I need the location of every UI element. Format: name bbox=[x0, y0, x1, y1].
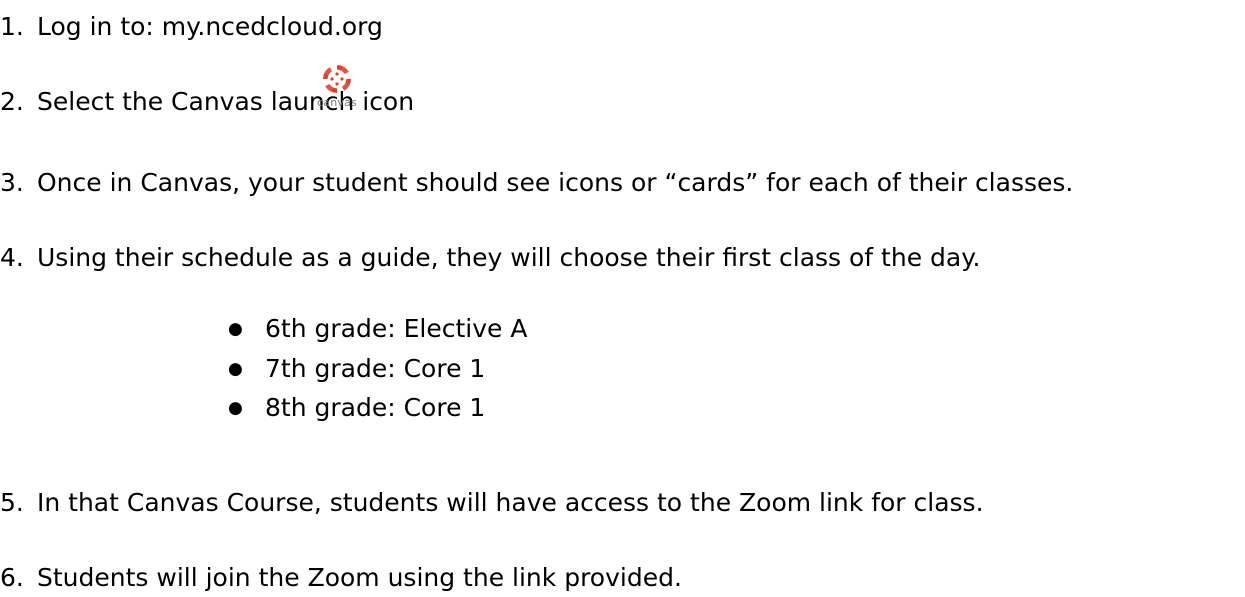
canvas-icon-label: canvas bbox=[317, 96, 357, 109]
grade-list-item: ● 8th grade: Core 1 bbox=[228, 393, 485, 423]
step-number: 4. bbox=[0, 243, 24, 272]
bullet-icon: ● bbox=[228, 398, 243, 418]
step-1: 1. Log in to: my.ncedcloud.org bbox=[0, 12, 383, 42]
step-number: 2. bbox=[0, 87, 24, 116]
grade-text: 7th grade: Core 1 bbox=[265, 354, 486, 383]
grade-text: 8th grade: Core 1 bbox=[265, 393, 486, 422]
step-text: Log in to: my.ncedcloud.org bbox=[37, 12, 383, 41]
step-6: 6. Students will join the Zoom using the … bbox=[0, 563, 682, 593]
grade-text: 6th grade: Elective A bbox=[265, 314, 528, 343]
bullet-icon: ● bbox=[228, 319, 243, 339]
step-3: 3. Once in Canvas, your student should se… bbox=[0, 168, 1073, 198]
step-number: 6. bbox=[0, 563, 24, 592]
bullet-icon: ● bbox=[228, 359, 243, 379]
step-text: Students will join the Zoom using the li… bbox=[37, 563, 682, 592]
step-4: 4. Using their schedule as a guide, they … bbox=[0, 243, 980, 273]
grade-list-item: ● 6th grade: Elective A bbox=[228, 314, 527, 344]
grade-list-item: ● 7th grade: Core 1 bbox=[228, 354, 485, 384]
step-text: Once in Canvas, your student should see … bbox=[37, 168, 1074, 197]
step-5: 5. In that Canvas Course, students will h… bbox=[0, 488, 984, 518]
step-number: 1. bbox=[0, 12, 24, 41]
step-number: 5. bbox=[0, 488, 24, 517]
step-text: In that Canvas Course, students will hav… bbox=[37, 488, 984, 517]
canvas-launch-icon[interactable]: canvas bbox=[312, 64, 362, 122]
step-number: 3. bbox=[0, 168, 24, 197]
canvas-logo-icon bbox=[323, 65, 351, 93]
step-text: Using their schedule as a guide, they wi… bbox=[37, 243, 981, 272]
